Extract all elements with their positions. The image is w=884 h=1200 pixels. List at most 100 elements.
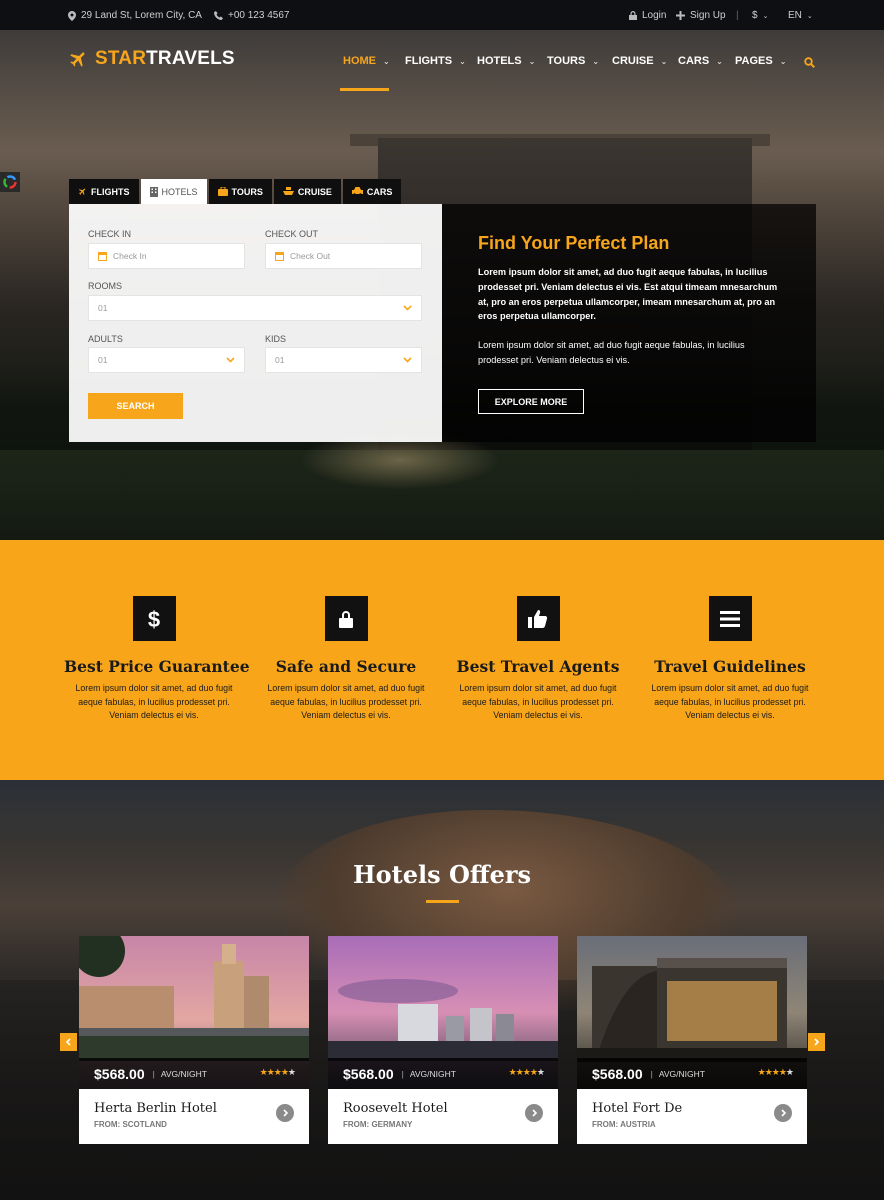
language-select[interactable]: EN ⌄ — [788, 10, 813, 21]
nav-tours-label: TOURS — [547, 55, 586, 67]
chevron-down-icon — [403, 357, 412, 363]
ship-icon — [282, 187, 294, 195]
search-icon — [804, 57, 816, 69]
feature-title: Safe and Secure — [275, 657, 417, 676]
nav-cars-label: CARS — [678, 55, 710, 67]
nav-pages[interactable]: PAGES ⌄ — [735, 55, 786, 67]
signup-link[interactable]: Sign Up — [676, 10, 726, 21]
features-section: $ Best Price Guarantee Lorem ipsum dolor… — [0, 540, 884, 780]
kids-label: KIDS — [265, 334, 287, 344]
adults-label: ADULTS — [88, 334, 123, 344]
chevron-down-icon: ⌄ — [762, 12, 769, 20]
site-logo[interactable]: STARTRAVELS — [68, 48, 235, 70]
suitcase-icon — [217, 187, 228, 196]
search-submit-button[interactable]: SEARCH — [88, 393, 183, 419]
feature-text: Lorem ipsum dolor sit amet, ad duo fugit… — [75, 683, 233, 720]
checkout-field[interactable]: Check Out — [265, 243, 422, 269]
carousel-prev-button[interactable] — [60, 1033, 77, 1051]
chevron-left-icon — [65, 1038, 71, 1046]
nav-flights-label: FLIGHTS — [405, 55, 453, 67]
login-link[interactable]: Login — [629, 10, 666, 21]
feature-text: Lorem ipsum dolor sit amet, ad duo fugit… — [459, 683, 617, 720]
hotel-price: $568.00 — [592, 1065, 643, 1082]
lock-icon — [324, 596, 368, 641]
airplane-icon — [78, 188, 86, 195]
chevron-down-icon: ⌄ — [716, 56, 723, 66]
nav-pages-label: PAGES — [735, 55, 773, 67]
title-underline — [426, 900, 459, 903]
adults-value: 01 — [98, 355, 108, 365]
nav-hotels[interactable]: HOTELS ⌄ — [477, 55, 535, 67]
explore-more-button[interactable]: EXPLORE MORE — [478, 389, 584, 414]
hotel-card[interactable]: $568.00 | AVG/NIGHT ★★★★★ Hotel Fort De … — [577, 936, 807, 1144]
currency-select[interactable]: $ ⌄ — [752, 10, 768, 21]
chevron-right-icon — [814, 1038, 820, 1046]
tab-cars[interactable]: CARS — [342, 179, 402, 204]
tab-flights[interactable]: FLIGHTS — [69, 179, 139, 204]
feature-title: Best Travel Agents — [456, 657, 620, 676]
feature-text: Lorem ipsum dolor sit amet, ad duo fugit… — [651, 683, 809, 720]
chevron-down-icon: ⌄ — [779, 56, 787, 66]
checkout-label: CHECK OUT — [265, 229, 319, 239]
hotels-offers-section: Hotels Offers $568.00 | AVG/NIGHT ★★★★★ … — [0, 780, 884, 1200]
dollar-icon: $ — [132, 596, 176, 641]
kids-select[interactable]: 01 — [265, 347, 422, 373]
tab-cruise-label: CRUISE — [297, 186, 332, 197]
hotel-details-button[interactable] — [525, 1104, 543, 1122]
color-switcher-button[interactable] — [0, 172, 20, 192]
rooms-select[interactable]: 01 — [88, 295, 422, 321]
price-bar: $568.00 | AVG/NIGHT ★★★★★ — [328, 1058, 558, 1089]
checkin-placeholder: Check In — [113, 251, 147, 261]
section-title: Hotels Offers — [352, 860, 532, 889]
hotel-card[interactable]: $568.00 | AVG/NIGHT ★★★★★ Herta Berlin H… — [79, 936, 309, 1144]
price-separator: | — [152, 1068, 155, 1079]
phone-icon — [214, 11, 223, 20]
hotel-card[interactable]: $568.00 | AVG/NIGHT ★★★★★ Roosevelt Hote… — [328, 936, 558, 1144]
calendar-icon — [98, 251, 107, 261]
checkout-placeholder: Check Out — [290, 251, 331, 261]
nav-home[interactable]: HOME ⌄ — [343, 55, 390, 67]
logo-star: STAR — [95, 48, 147, 69]
star-rating: ★★★★★ — [259, 1067, 296, 1077]
chevron-right-icon — [282, 1109, 288, 1117]
hotel-details-button[interactable] — [774, 1104, 792, 1122]
hotel-details-button[interactable] — [276, 1104, 294, 1122]
feature-title: Best Price Guarantee — [64, 657, 250, 676]
tab-cruise[interactable]: CRUISE — [273, 179, 341, 204]
adults-select[interactable]: 01 — [88, 347, 245, 373]
hotel-origin: FROM: SCOTLAND — [94, 1120, 167, 1129]
building-icon — [149, 186, 158, 197]
tab-hotels-label: HOTELS — [161, 186, 198, 197]
tab-tours[interactable]: TOURS — [208, 179, 272, 204]
tab-flights-label: FLIGHTS — [91, 186, 130, 197]
chevron-down-icon — [403, 305, 412, 311]
nav-tours[interactable]: TOURS ⌄ — [547, 55, 599, 67]
nav-active-indicator — [340, 88, 389, 91]
hotel-name: Herta Berlin Hotel — [94, 1101, 217, 1116]
phone-info: +00 123 4567 — [214, 10, 289, 21]
checkin-field[interactable]: Check In — [88, 243, 245, 269]
topbar-divider: | — [736, 10, 739, 21]
carousel-next-button[interactable] — [808, 1033, 825, 1051]
nav-cruise[interactable]: CRUISE ⌄ — [612, 55, 667, 67]
chevron-down-icon: ⌄ — [459, 56, 466, 66]
hotel-origin: FROM: AUSTRIA — [592, 1120, 656, 1129]
promo-panel: Find Your Perfect Plan Lorem ipsum dolor… — [442, 204, 816, 442]
plus-icon — [676, 11, 685, 20]
thumbs-up-icon — [516, 596, 560, 641]
phone-text: +00 123 4567 — [228, 10, 290, 21]
checkin-label: CHECK IN — [88, 229, 132, 239]
nav-flights[interactable]: FLIGHTS ⌄ — [405, 55, 466, 67]
login-label: Login — [642, 10, 667, 21]
feature-item: Travel Guidelines Lorem ipsum dolor sit … — [640, 596, 820, 723]
promo-bold-text: Lorem ipsum dolor sit amet, ad duo fugit… — [478, 267, 778, 322]
kids-value: 01 — [275, 355, 285, 365]
nav-cars[interactable]: CARS ⌄ — [678, 55, 723, 67]
star-rating: ★★★★★ — [508, 1067, 545, 1077]
chevron-down-icon: ⌄ — [383, 56, 390, 66]
chevron-down-icon: ⌄ — [592, 56, 600, 66]
search-button[interactable] — [804, 55, 816, 73]
airplane-icon — [70, 52, 85, 67]
location-pin-icon — [68, 10, 76, 21]
tab-hotels[interactable]: HOTELS — [140, 179, 207, 204]
